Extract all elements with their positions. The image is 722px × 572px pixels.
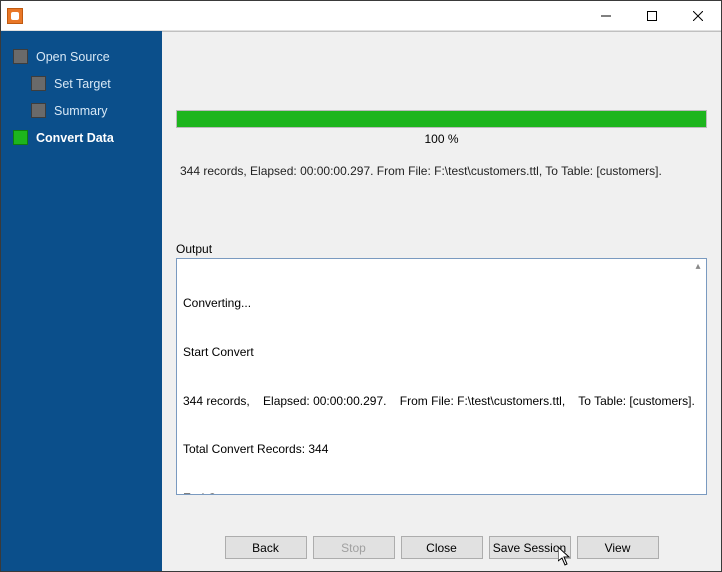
progress-bar: [176, 110, 707, 128]
progress-area: 100 % 344 records, Elapsed: 00:00:00.297…: [162, 32, 721, 178]
back-button[interactable]: Back: [225, 536, 307, 559]
output-title: Output: [176, 242, 707, 256]
stop-button: Stop: [313, 536, 395, 559]
main-panel: 100 % 344 records, Elapsed: 00:00:00.297…: [162, 31, 721, 571]
sidebar-item-label: Summary: [54, 104, 107, 118]
status-line: 344 records, Elapsed: 00:00:00.297. From…: [176, 146, 707, 178]
maximize-button[interactable]: [629, 1, 675, 31]
output-line: 344 records, Elapsed: 00:00:00.297. From…: [183, 393, 700, 409]
sidebar-item-label: Open Source: [36, 50, 110, 64]
progress-percent: 100 %: [176, 132, 707, 146]
wizard-sidebar: Open Source Set Target Summary Convert D…: [1, 31, 162, 571]
save-session-button[interactable]: Save Session: [489, 536, 571, 559]
close-window-button[interactable]: [675, 1, 721, 31]
output-box[interactable]: Converting... Start Convert 344 records,…: [176, 258, 707, 495]
step-icon: [31, 76, 46, 91]
output-section: Output Converting... Start Convert 344 r…: [162, 242, 721, 508]
minimize-icon: [601, 11, 611, 21]
step-icon: [13, 49, 28, 64]
close-icon: [693, 11, 703, 21]
maximize-icon: [647, 11, 657, 21]
output-line: Total Convert Records: 344: [183, 441, 700, 457]
cursor-icon: [558, 547, 574, 567]
app-icon: [7, 8, 23, 24]
sidebar-item-summary[interactable]: Summary: [13, 97, 154, 124]
titlebar-left: [1, 8, 29, 24]
view-button[interactable]: View: [577, 536, 659, 559]
titlebar: [1, 1, 721, 31]
sidebar-item-set-target[interactable]: Set Target: [13, 70, 154, 97]
output-line: Start Convert: [183, 344, 700, 360]
step-icon: [13, 130, 28, 145]
sidebar-item-convert-data[interactable]: Convert Data: [13, 124, 154, 151]
sidebar-item-label: Set Target: [54, 77, 111, 91]
scroll-up-icon: ▴: [692, 261, 704, 273]
output-line: Converting...: [183, 295, 700, 311]
output-line: End Convert: [183, 490, 700, 495]
sidebar-item-label: Convert Data: [36, 131, 114, 145]
minimize-button[interactable]: [583, 1, 629, 31]
step-icon: [31, 103, 46, 118]
button-row: Back Stop Close Save Session View: [162, 508, 721, 571]
content-container: Open Source Set Target Summary Convert D…: [1, 31, 721, 571]
app-window: Open Source Set Target Summary Convert D…: [0, 0, 722, 572]
sidebar-item-open-source[interactable]: Open Source: [13, 43, 154, 70]
close-button[interactable]: Close: [401, 536, 483, 559]
progress-fill: [177, 111, 706, 127]
window-controls: [583, 1, 721, 31]
